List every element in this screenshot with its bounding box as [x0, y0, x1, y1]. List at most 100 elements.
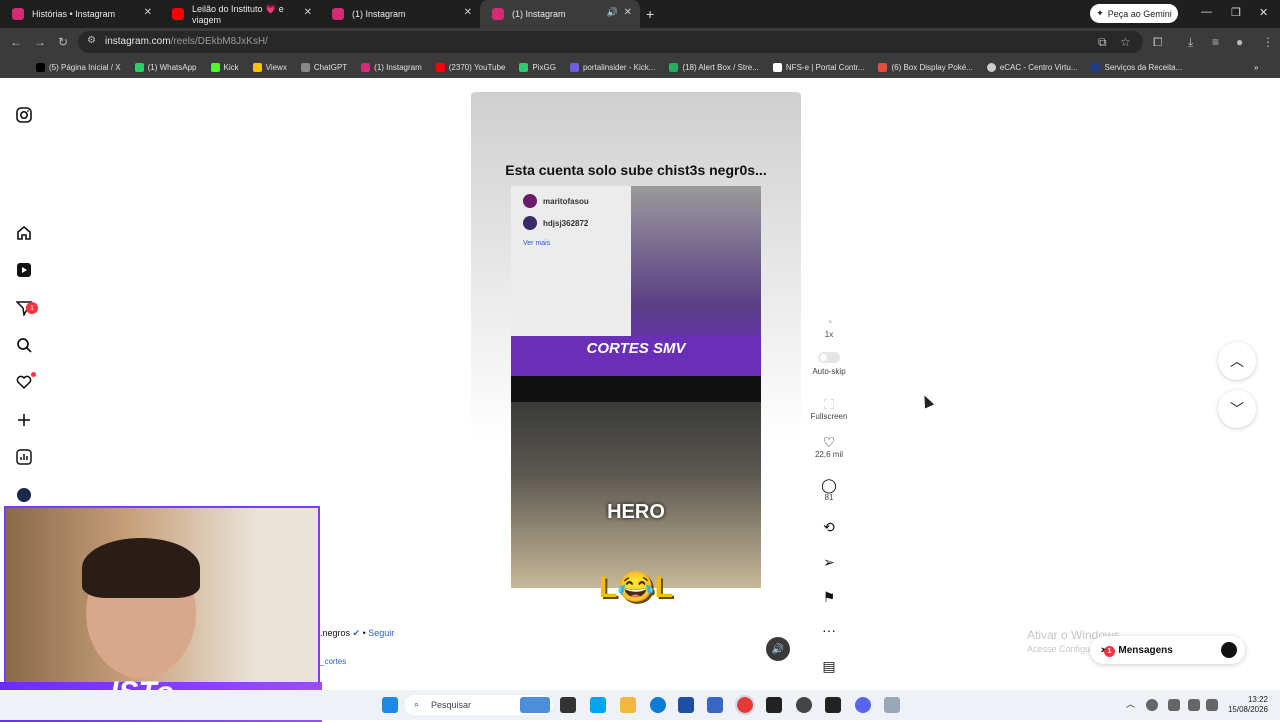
download-icon[interactable]: ⤓ [1188, 35, 1193, 50]
fullscreen-icon: ⛶ [824, 396, 834, 412]
bookmark-nfse[interactable]: NFS-e | Portal Contr... [772, 62, 865, 72]
tab-label: Leilão do Instituto 💗 e viagem [192, 3, 284, 25]
heart-icon[interactable] [14, 372, 36, 392]
system-clock[interactable]: 13:22 15/08/2026 [1228, 695, 1268, 715]
bookmark-kick[interactable]: Kick [210, 62, 239, 72]
next-reel-button[interactable]: ﹀ [1218, 390, 1256, 428]
audio-thumbnail[interactable]: ▤ [808, 658, 850, 674]
bookmark-alertbox[interactable]: (18) Alert Box / Stre... [669, 62, 759, 72]
bookmark-label: (1) Instagram [374, 62, 422, 72]
direct-messages-icon[interactable]: 1 [14, 298, 38, 318]
bookmark-label: NFS-e | Portal Contr... [785, 62, 865, 72]
volume-icon[interactable]: 🔊 [766, 637, 790, 661]
address-bar-row: ← → ↻ ⚙ instagram.com/reels/DEkbM8JxKsH/… [0, 28, 1280, 56]
bookmark-pixgg[interactable]: PixGG [519, 62, 556, 72]
messages-button[interactable]: ➢ 1 Mensagens [1090, 636, 1245, 664]
speed-button[interactable]: ◔ 1x [808, 314, 850, 339]
bookmark-youtube[interactable]: (2370) YouTube [435, 62, 505, 72]
tray-icon[interactable] [1146, 699, 1158, 711]
edge-icon[interactable] [650, 697, 666, 713]
window-close-icon[interactable]: ✕ [1259, 6, 1268, 19]
repost-button[interactable]: ⟲ [808, 519, 850, 535]
autoskip-toggle[interactable]: Auto-skip [808, 352, 850, 376]
reels-icon[interactable] [14, 260, 34, 280]
close-icon[interactable]: ✕ [624, 7, 632, 18]
reel-video[interactable]: Esta cuenta solo sube chist3s negr0s... … [471, 92, 801, 676]
save-button[interactable]: ⚑ [808, 589, 850, 605]
close-icon[interactable]: ✕ [144, 7, 152, 18]
bookmark-portalinsider[interactable]: portalinsider - Kick... [569, 62, 655, 72]
bookmark-label: PixGG [532, 62, 556, 72]
bookmark-ecac[interactable]: eCAC - Centro Virtu... [986, 62, 1077, 72]
extensions-icon[interactable]: ⧠ [1153, 35, 1163, 50]
tab-leilao[interactable]: Leilão do Instituto 💗 e viagem ✕ [160, 0, 320, 28]
gemini-button[interactable]: ✦ Peça ao Gemini [1090, 4, 1178, 23]
share-button[interactable]: ➢ [808, 554, 850, 570]
bookmark-viewx[interactable]: Viewx [252, 62, 287, 72]
bookmarks-more-icon[interactable]: » [1254, 63, 1258, 72]
windows-start-icon[interactable] [382, 697, 398, 713]
instagram-logo-icon[interactable] [14, 105, 34, 125]
bookmark-receita[interactable]: Serviços da Receita... [1091, 62, 1182, 72]
follow-button[interactable]: Seguir [368, 628, 394, 638]
fullscreen-button[interactable]: ⛶ Fullscreen [808, 396, 850, 421]
menu-icon[interactable]: ⋮ [1262, 35, 1274, 49]
capcut-icon[interactable] [766, 697, 782, 713]
volume-icon[interactable] [1206, 699, 1218, 711]
speaker-icon[interactable]: 🔊 [607, 7, 618, 18]
url-input[interactable]: ⚙ instagram.com/reels/DEkbM8JxKsH/ ⧉ ☆ [78, 31, 1143, 53]
tab-historias[interactable]: Histórias • Instagram ✕ [0, 0, 160, 28]
maximize-icon[interactable]: ❐ [1231, 6, 1241, 19]
hero-overlay-text: HERO [607, 501, 665, 523]
bookmark-boxdisplay[interactable]: (6) Box Display Poké... [878, 62, 973, 72]
file-explorer-icon[interactable] [620, 697, 636, 713]
dashboard-icon[interactable] [14, 447, 34, 467]
widgets-icon[interactable] [520, 697, 550, 713]
media-icon[interactable]: ≡ [1212, 35, 1219, 49]
reload-icon[interactable]: ↻ [58, 35, 68, 49]
more-options-button[interactable]: ··· [808, 622, 850, 638]
bookmark-x[interactable]: (5) Página Inicial / X [36, 62, 121, 72]
search-icon[interactable] [14, 335, 34, 355]
task-view-icon[interactable] [560, 697, 576, 713]
creator-name[interactable]: .negros [320, 628, 350, 638]
minimize-icon[interactable]: — [1201, 6, 1212, 18]
app-icon[interactable] [884, 697, 900, 713]
like-button[interactable]: ♡ 22,6 mil [808, 434, 850, 459]
chrome-icon[interactable] [735, 695, 755, 715]
speed-label: 1x [824, 330, 834, 339]
app-icon[interactable] [825, 697, 841, 713]
chevron-up-icon[interactable]: ︿ [1126, 697, 1136, 713]
microphone-icon[interactable] [1168, 699, 1180, 711]
star-icon[interactable]: ☆ [1120, 35, 1131, 49]
new-tab-icon[interactable]: + [646, 6, 654, 22]
network-icon[interactable] [1188, 699, 1200, 711]
discord-icon[interactable] [855, 697, 871, 713]
close-icon[interactable]: ✕ [304, 7, 312, 18]
site-info-icon[interactable]: ⚙ [87, 35, 96, 46]
previous-reel-button[interactable]: ︿ [1218, 342, 1256, 380]
tab-instagram-active[interactable]: (1) Instagram 🔊 ✕ [480, 0, 640, 28]
copilot-icon[interactable] [590, 697, 606, 713]
create-icon[interactable] [14, 410, 34, 430]
bookmark-label: (5) Página Inicial / X [49, 62, 121, 72]
bookmark-whatsapp[interactable]: (1) WhatsApp [134, 62, 197, 72]
instagram-icon [361, 62, 371, 72]
profile-avatar[interactable] [14, 485, 34, 505]
app-icon[interactable] [707, 697, 723, 713]
creator-sub[interactable]: _cortes [320, 657, 346, 666]
bookmark-instagram[interactable]: (1) Instagram [361, 62, 422, 72]
back-icon[interactable]: ← [10, 35, 22, 49]
tab-instagram-1[interactable]: (1) Instagram ✕ [320, 0, 480, 28]
close-icon[interactable]: ✕ [464, 7, 472, 18]
comment-button[interactable]: ◯ 81 [808, 477, 850, 502]
forward-icon[interactable]: → [34, 35, 46, 49]
store-icon[interactable] [678, 697, 694, 713]
home-icon[interactable] [14, 223, 34, 243]
x-icon [36, 62, 45, 72]
install-icon[interactable]: ⧉ [1098, 35, 1107, 50]
bookmark-chatgpt[interactable]: ChatGPT [300, 62, 347, 72]
avatar [1221, 642, 1237, 658]
obs-icon[interactable] [796, 697, 812, 713]
profile-avatar[interactable]: ● [1236, 35, 1243, 49]
